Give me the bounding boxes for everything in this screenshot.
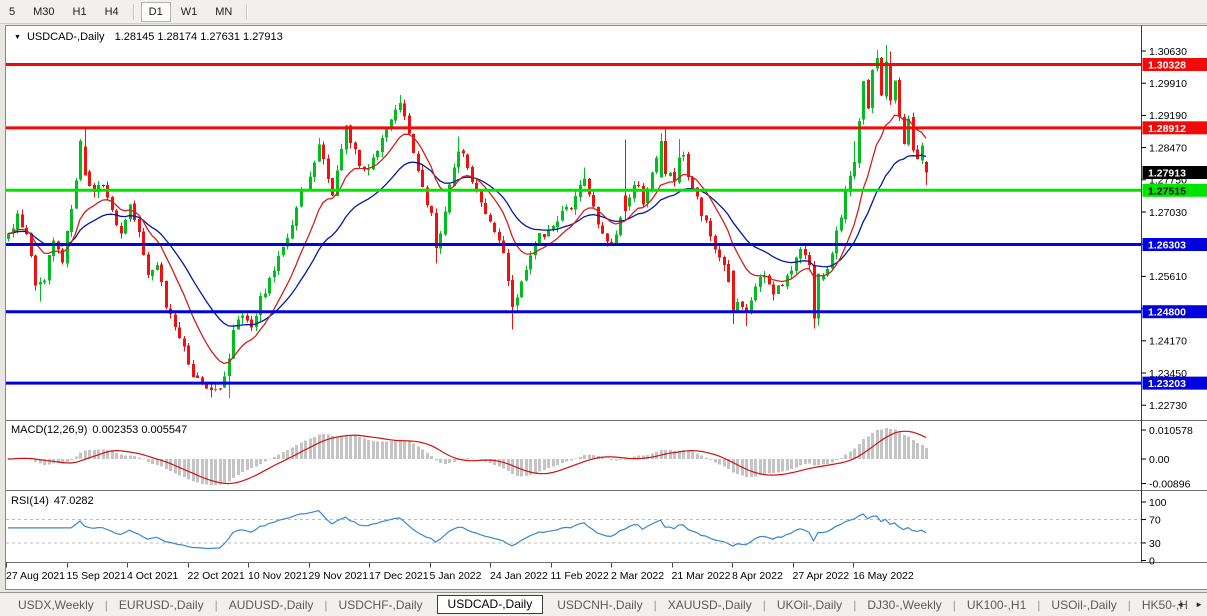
timeframe-button-MN[interactable]: MN xyxy=(207,2,240,22)
timeframe-button-M30[interactable]: M30 xyxy=(25,2,62,22)
tab-separator: | xyxy=(324,597,328,612)
price-tick-label: 1.28470 xyxy=(1149,142,1187,154)
timeframe-button-H1[interactable]: H1 xyxy=(65,2,95,22)
price-tick-label: 1.25610 xyxy=(1149,271,1187,283)
date-label: 29 Nov 2021 xyxy=(308,570,369,582)
date-label: 5 Jan 2022 xyxy=(429,570,482,582)
macd-axis-label: 0.00 xyxy=(1149,454,1170,466)
rsi-axis-label: 100 xyxy=(1149,497,1167,509)
level-badge-label: 1.30328 xyxy=(1148,60,1186,72)
date-label: 27 Aug 2021 xyxy=(6,570,65,582)
tab-separator: | xyxy=(653,597,657,612)
date-label: 17 Dec 2021 xyxy=(369,570,429,582)
tab-ukoil-daily[interactable]: UKOil-,Daily xyxy=(772,598,847,612)
tab-xauusd-daily[interactable]: XAUUSD-,Daily xyxy=(663,598,757,612)
timeframe-button-W1[interactable]: W1 xyxy=(173,2,206,22)
date-label: 21 Mar 2022 xyxy=(671,570,731,582)
tab-separator: | xyxy=(1037,597,1041,612)
timeframe-toolbar: 5 M30 H1 H4 D1 W1 MN xyxy=(0,0,1207,24)
date-label: 11 Feb 2022 xyxy=(550,570,609,582)
tab-separator: | xyxy=(762,597,766,612)
toolbar-separator xyxy=(132,3,135,20)
date-label: 2 Mar 2022 xyxy=(611,570,665,582)
chart-ohlc-quote: 1.28145 1.28174 1.27631 1.27913 xyxy=(114,31,283,43)
macd-name: MACD(12,26,9) xyxy=(11,424,88,436)
level-badge-label: 1.24800 xyxy=(1148,307,1186,319)
rsi-name: RSI(14) xyxy=(11,495,49,507)
date-label: 15 Sep 2021 xyxy=(66,570,127,582)
symbol-tab-bar: USDX,Weekly | EURUSD-,Daily | AUDUSD-,Daily |… xyxy=(0,592,1207,616)
macd-indicator-label: MACD(12,26,9) 0.002353 0.005547 xyxy=(11,424,192,436)
current-price-badge-label: 1.27913 xyxy=(1148,168,1186,180)
level-badge-label: 1.26303 xyxy=(1148,240,1186,252)
chart-symbol-title: USDCAD-,Daily xyxy=(26,31,105,43)
date-label: 22 Oct 2021 xyxy=(187,570,245,582)
tab-separator: | xyxy=(214,597,218,612)
tab-uk100-h1[interactable]: UK100-,H1 xyxy=(962,598,1031,612)
macd-values: 0.002353 0.005547 xyxy=(92,424,188,436)
tab-separator: | xyxy=(853,597,857,612)
date-label: 27 Apr 2022 xyxy=(792,570,850,582)
tab-eurusd-daily[interactable]: EURUSD-,Daily xyxy=(114,598,209,612)
tab-scroll-right-icon[interactable]: ► xyxy=(1195,600,1203,609)
rsi-value: 47.0282 xyxy=(53,495,94,507)
tab-usdcnh-daily[interactable]: USDCNH-,Daily xyxy=(552,598,647,612)
tab-separator: | xyxy=(104,597,108,612)
tab-separator: | xyxy=(952,597,956,612)
rsi-axis-label: 30 xyxy=(1149,538,1161,550)
date-label: 16 May 2022 xyxy=(853,570,914,582)
toolbar-separator xyxy=(246,3,249,20)
macd-axis-label: -0.00896 xyxy=(1149,478,1191,490)
macd-axis-label: 0.010578 xyxy=(1149,425,1193,437)
level-badge-label: 1.27515 xyxy=(1148,185,1186,197)
price-tick-label: 1.27030 xyxy=(1149,207,1187,219)
price-tick-label: 1.22730 xyxy=(1149,400,1187,412)
tab-dj30-weekly[interactable]: DJ30-,Weekly xyxy=(862,598,946,612)
app: { "toolbar": { "timeframe_groups": [["5"… xyxy=(0,0,1207,616)
price-tick-label: 1.30630 xyxy=(1149,46,1187,58)
timeframe-button-D1[interactable]: D1 xyxy=(140,1,171,22)
timeframe-button-H4[interactable]: H4 xyxy=(97,2,127,22)
tab-usoil-daily[interactable]: USOil-,Daily xyxy=(1046,598,1121,612)
price-chart[interactable]: 1.306301.299101.291901.284701.277501.270… xyxy=(0,0,1207,616)
rsi-indicator-label: RSI(14) 47.0282 xyxy=(11,495,99,507)
level-badge-label: 1.23203 xyxy=(1148,378,1186,390)
dropdown-arrow-icon[interactable]: ▼ xyxy=(14,34,21,41)
symbol-tabs: USDX,Weekly | EURUSD-,Daily | AUDUSD-,Daily |… xyxy=(0,595,1189,614)
price-tick-label: 1.29910 xyxy=(1149,78,1187,90)
rsi-axis-label: 0 xyxy=(1149,555,1155,567)
tab-scroll-left-icon[interactable]: ◄ xyxy=(1176,600,1184,609)
price-tick-label: 1.24170 xyxy=(1149,336,1187,348)
chart-title-bar: ▼ USDCAD-,Daily 1.28145 1.28174 1.27631 1.… xyxy=(14,31,283,43)
tab-usdchf-daily[interactable]: USDCHF-,Daily xyxy=(334,598,428,612)
rsi-axis-label: 70 xyxy=(1149,514,1161,526)
tab-usdcad-daily[interactable]: USDCAD-,Daily xyxy=(436,595,544,614)
date-label: 8 Apr 2022 xyxy=(732,570,783,582)
date-label: 24 Jan 2022 xyxy=(490,570,548,582)
tab-audusd-daily[interactable]: AUDUSD-,Daily xyxy=(224,598,319,612)
level-badge-label: 1.28912 xyxy=(1148,123,1186,135)
date-label: 4 Oct 2021 xyxy=(127,570,179,582)
date-label: 10 Nov 2021 xyxy=(248,570,308,582)
price-tick-label: 1.29190 xyxy=(1149,110,1187,122)
timeframe-button-5[interactable]: 5 xyxy=(1,2,23,22)
tab-separator: | xyxy=(1127,597,1131,612)
tab-usdx-weekly[interactable]: USDX,Weekly xyxy=(13,598,99,612)
